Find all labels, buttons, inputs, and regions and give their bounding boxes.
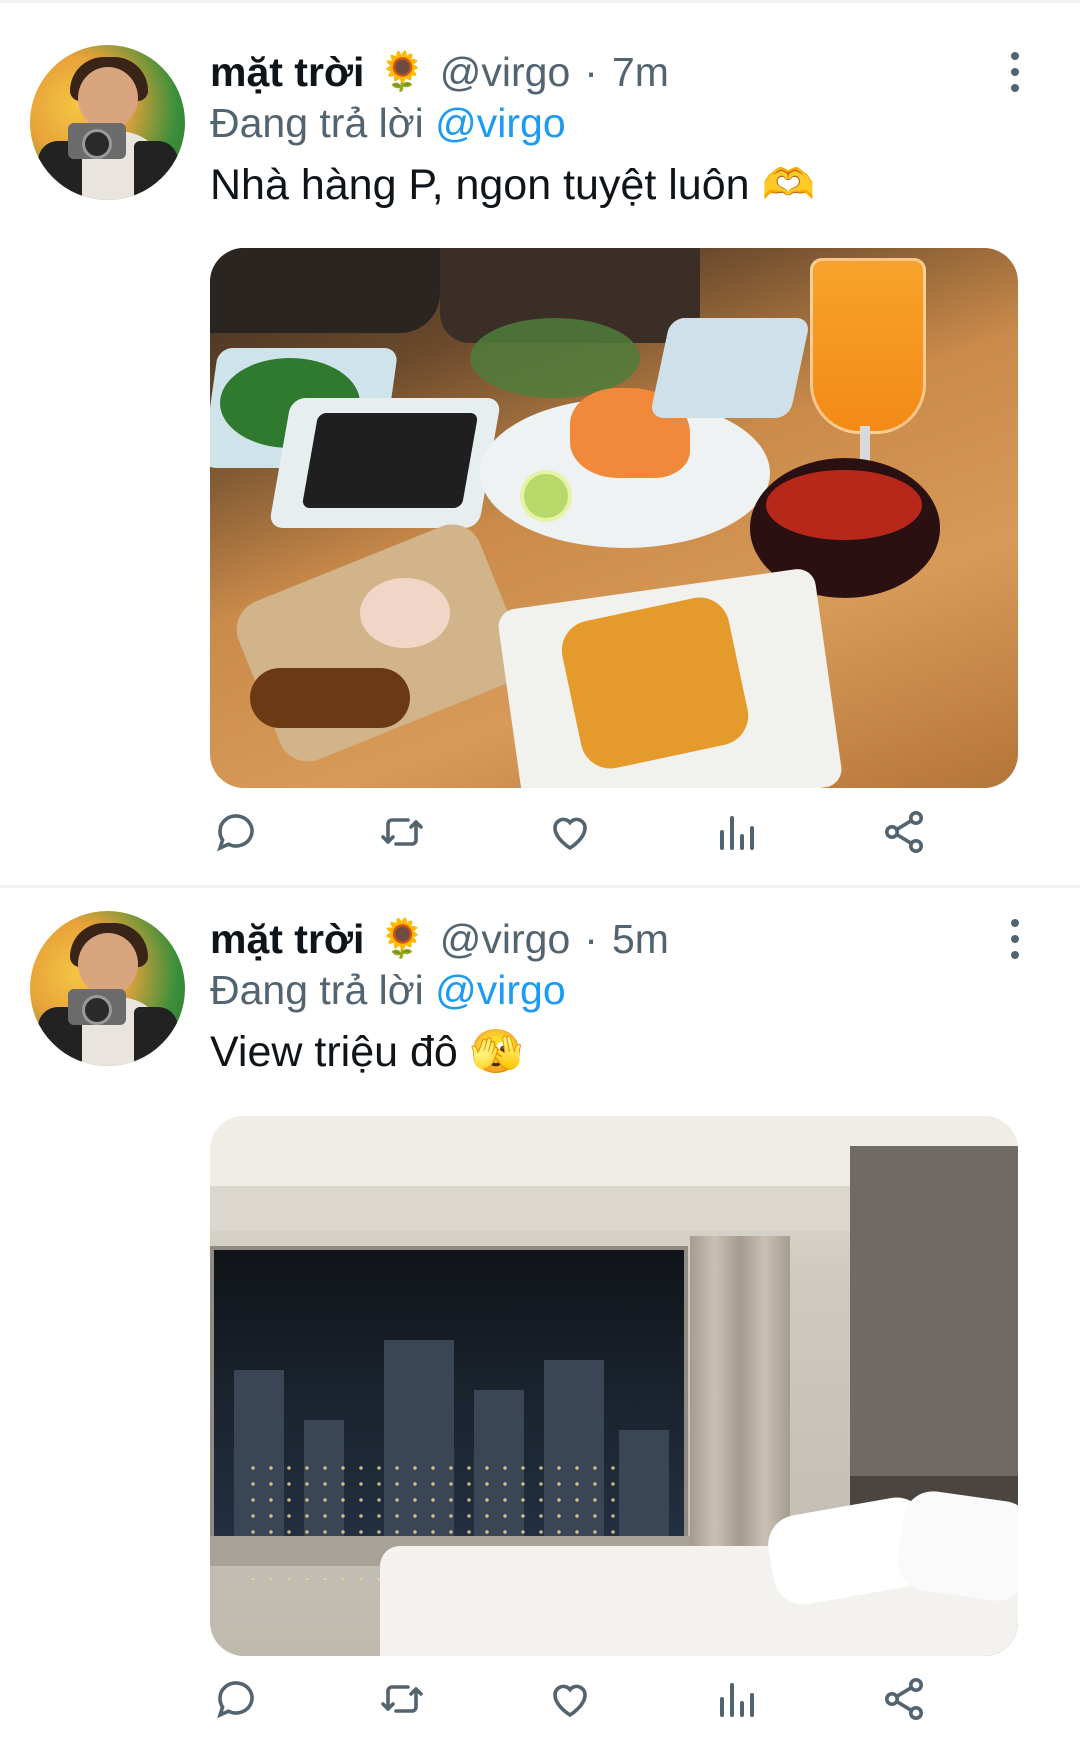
avatar-face [78, 933, 138, 995]
soup [766, 470, 922, 540]
like-icon[interactable] [546, 808, 594, 856]
shrimp-nigiri [360, 578, 450, 648]
tweet-text: View triệu đô 🫣 [210, 1027, 523, 1077]
avatar-camera-lens [82, 995, 112, 1025]
retweet-icon[interactable] [378, 1675, 426, 1723]
ceiling-beam [210, 1186, 850, 1231]
nuts-plate [649, 318, 811, 418]
author-emoji: 🌻 [378, 918, 426, 960]
more-dot [1011, 935, 1019, 943]
views-icon[interactable] [712, 808, 760, 856]
avatar[interactable] [30, 45, 185, 200]
more-dot [1011, 52, 1019, 60]
tweet-text: Nhà hàng P, ngon tuyệt luôn 🫶 [210, 160, 815, 210]
text-emoji: 🫣 [469, 1028, 524, 1076]
reply-to-handle[interactable]: @virgo [435, 967, 566, 1013]
lime-slice [520, 470, 572, 522]
separator: · [584, 915, 598, 962]
pillow [893, 1487, 1018, 1605]
herb-garnish [470, 318, 640, 398]
tweet-photo[interactable] [210, 248, 1018, 788]
author-emoji: 🌻 [378, 51, 426, 93]
reply-icon[interactable] [212, 808, 260, 856]
reply-to-handle[interactable]: @virgo [435, 100, 566, 146]
tweet-header: mặt trời 🌻 @virgo · 7m [210, 42, 669, 102]
more-dot [1011, 68, 1019, 76]
tweet[interactable]: mặt trời 🌻 @virgo · 7m Đang trả lời @vir… [0, 0, 1080, 885]
grill-dish [210, 248, 440, 333]
separator: · [584, 48, 598, 95]
reply-prefix: Đang trả lời [210, 100, 424, 146]
more-dot [1011, 951, 1019, 959]
author-handle[interactable]: @virgo [440, 916, 571, 963]
tweet-divider [0, 885, 1080, 888]
tweet-text-content: View triệu đô [210, 1028, 458, 1076]
avatar-camera-lens [82, 129, 112, 159]
avatar[interactable] [30, 911, 185, 1066]
author-name[interactable]: mặt trời [210, 916, 364, 963]
tweet-text-content: Nhà hàng P, ngon tuyệt luôn [210, 161, 750, 209]
more-dot [1011, 84, 1019, 92]
tweet-photo[interactable] [210, 1116, 1018, 1656]
tweet-header: mặt trời 🌻 @virgo · 5m [210, 909, 669, 969]
timestamp[interactable]: 7m [612, 49, 669, 96]
replying-to: Đang trả lời @virgo [210, 967, 566, 1014]
building [619, 1430, 669, 1540]
more-options-icon[interactable] [1000, 50, 1030, 94]
nori-sheet [301, 413, 479, 508]
avatar-face [78, 67, 138, 129]
city-window [210, 1246, 688, 1580]
share-icon[interactable] [880, 808, 928, 856]
avatar-jacket-right [134, 1007, 178, 1066]
tweet-actions [210, 1675, 1018, 1735]
author-handle[interactable]: @virgo [440, 49, 571, 96]
tweet[interactable]: mặt trời 🌻 @virgo · 5m Đang trả lời @vir… [0, 889, 1080, 1748]
replying-to: Đang trả lời @virgo [210, 100, 566, 147]
more-options-icon[interactable] [1000, 917, 1030, 961]
timestamp[interactable]: 5m [612, 916, 669, 963]
reply-icon[interactable] [212, 1675, 260, 1723]
avatar-jacket-right [134, 141, 178, 200]
sushi-plate [227, 515, 533, 771]
reply-prefix: Đang trả lời [210, 967, 424, 1013]
orange-juice-glass [810, 258, 926, 434]
share-icon[interactable] [880, 1675, 928, 1723]
retweet-icon[interactable] [378, 808, 426, 856]
tweet-actions [210, 808, 1018, 868]
more-dot [1011, 919, 1019, 927]
text-emoji: 🫶 [761, 161, 816, 209]
eel-nigiri [250, 668, 410, 728]
views-icon[interactable] [712, 1675, 760, 1723]
like-icon[interactable] [546, 1675, 594, 1723]
author-name[interactable]: mặt trời [210, 49, 364, 96]
